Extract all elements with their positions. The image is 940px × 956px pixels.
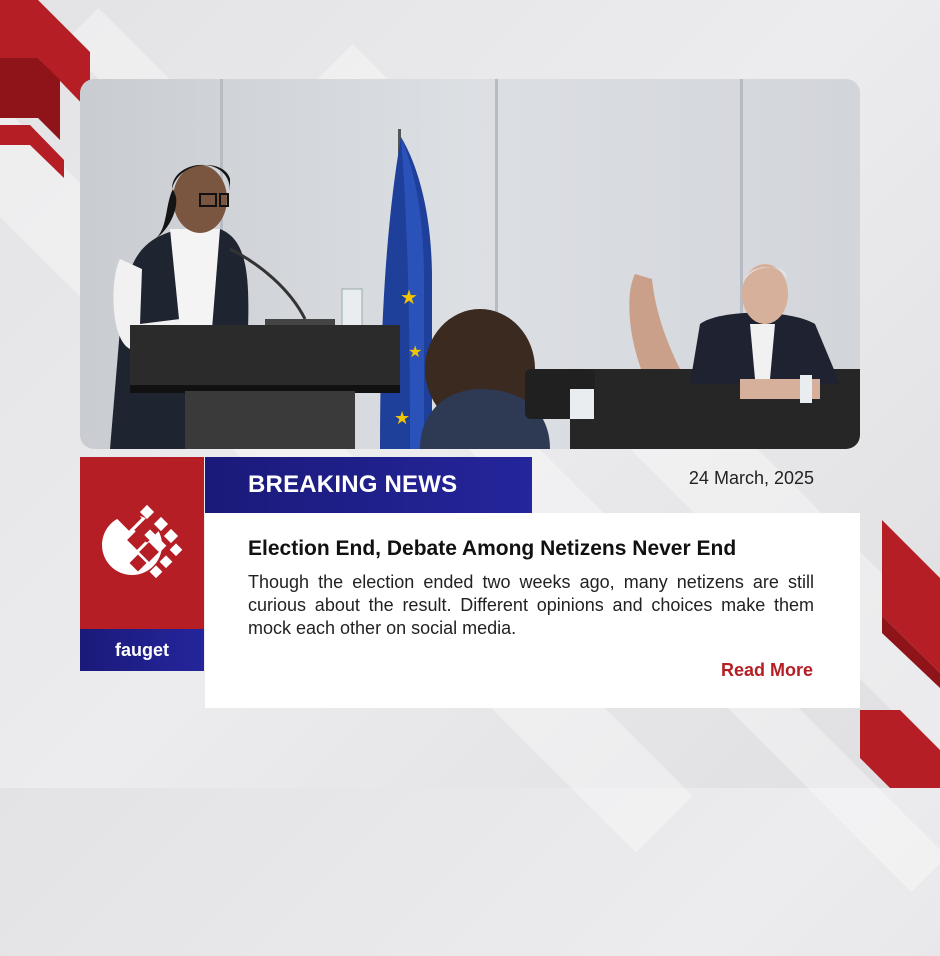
article-body: Though the election ended two weeks ago,… — [248, 572, 814, 638]
breaking-news-banner: BREAKING NEWS — [205, 457, 532, 513]
read-more-link[interactable]: Read More — [721, 660, 813, 681]
svg-text:★: ★ — [400, 285, 418, 309]
article-card: Election End, Debate Among Netizens Neve… — [205, 513, 860, 708]
article-headline: Election End, Debate Among Netizens Neve… — [248, 537, 737, 560]
globe-tile-logo-icon — [102, 504, 183, 579]
news-photo: ★ ★ ★ — [80, 79, 860, 449]
brand-logo-panel — [80, 457, 204, 629]
decorative-chevron-bottom-right — [860, 520, 940, 788]
svg-text:★: ★ — [394, 408, 410, 429]
publish-date: 24 March, 2025 — [688, 468, 814, 488]
brand-name: fauget — [80, 629, 204, 671]
svg-text:★: ★ — [408, 342, 422, 361]
